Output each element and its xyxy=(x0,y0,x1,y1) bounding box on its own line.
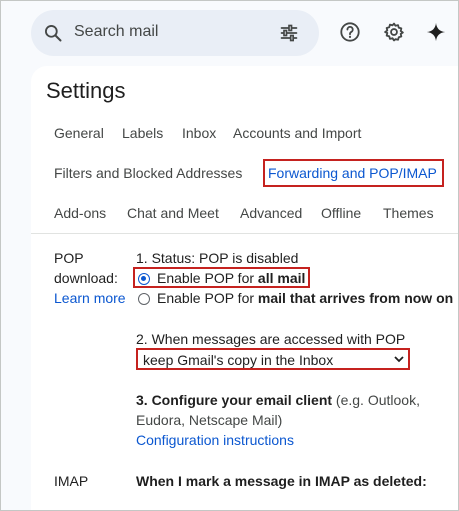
pop-access-select-value: keep Gmail's copy in the Inbox xyxy=(143,352,334,368)
search-bar[interactable]: Search mail xyxy=(31,10,319,56)
pop-label: POP xyxy=(54,250,84,266)
pop-status-heading: 1. Status: POP is disabled xyxy=(136,250,299,266)
tab-chat-and-meet[interactable]: Chat and Meet xyxy=(127,205,219,221)
imap-deleted-heading: When I mark a message in IMAP as deleted… xyxy=(136,473,427,489)
tab-labels[interactable]: Labels xyxy=(122,125,163,141)
pop-access-heading: 2. When messages are accessed with POP xyxy=(136,331,406,347)
imap-label: IMAP xyxy=(54,473,89,489)
tune-icon[interactable] xyxy=(279,23,299,43)
sparkle-icon[interactable] xyxy=(425,21,447,43)
tab-general[interactable]: General xyxy=(54,125,104,141)
gear-icon[interactable] xyxy=(383,21,405,43)
search-icon[interactable] xyxy=(43,23,63,43)
chevron-down-icon xyxy=(394,356,404,363)
tab-themes[interactable]: Themes xyxy=(383,205,434,221)
tabs-divider xyxy=(31,233,459,234)
tab-inbox[interactable]: Inbox xyxy=(182,125,216,141)
enable-pop-from-now-label[interactable]: Enable POP for mail that arrives from no… xyxy=(157,290,453,306)
enable-pop-from-now-radio[interactable] xyxy=(138,293,150,305)
tab-filters-and-blocked-addresses[interactable]: Filters and Blocked Addresses xyxy=(54,165,242,181)
enable-pop-all-label[interactable]: Enable POP for all mail xyxy=(157,270,305,286)
enable-pop-all-radio[interactable] xyxy=(138,273,150,285)
configure-client-examples: Eudora, Netscape Mail) xyxy=(136,412,283,428)
tab-add-ons[interactable]: Add-ons xyxy=(54,205,106,221)
configuration-instructions-link[interactable]: Configuration instructions xyxy=(136,432,294,448)
page-title: Settings xyxy=(46,78,126,103)
help-icon[interactable] xyxy=(339,21,361,43)
pop-access-select[interactable]: keep Gmail's copy in the Inbox xyxy=(136,348,410,370)
learn-more-link[interactable]: Learn more xyxy=(54,290,126,306)
tab-offline[interactable]: Offline xyxy=(321,205,361,221)
tab-advanced[interactable]: Advanced xyxy=(240,205,302,221)
configure-client-heading: 3. Configure your email client (e.g. Out… xyxy=(136,392,420,408)
pop-download-label: download: xyxy=(54,270,118,286)
tab-accounts-and-import[interactable]: Accounts and Import xyxy=(233,125,361,141)
search-input[interactable]: Search mail xyxy=(74,23,158,41)
tab-forwarding-and-pop-imap[interactable]: Forwarding and POP/IMAP xyxy=(268,165,437,181)
